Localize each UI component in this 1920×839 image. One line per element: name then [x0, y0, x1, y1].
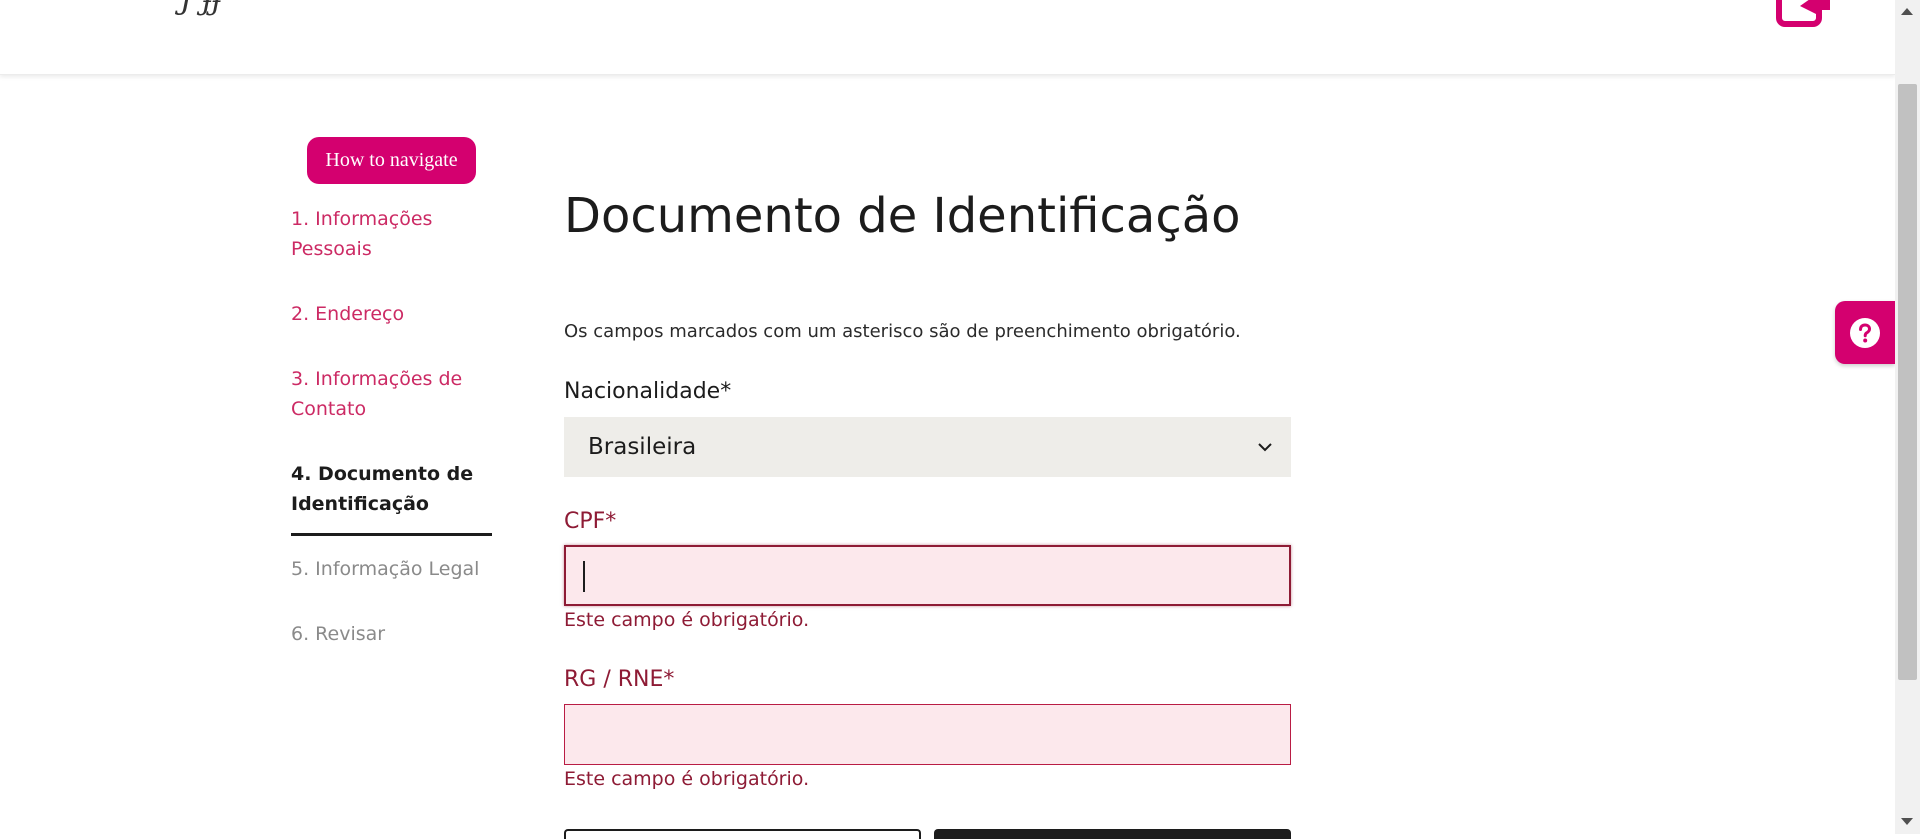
help-tab[interactable]	[1835, 301, 1895, 364]
step-contact-info[interactable]: 3. Informações de Contato	[291, 364, 492, 424]
step-identification-document[interactable]: 4. Documento de Identificação	[291, 459, 492, 519]
current-step-underline	[291, 533, 492, 536]
cpf-error-message: Este campo é obrigatório.	[564, 609, 810, 631]
scroll-up-icon[interactable]	[1901, 8, 1913, 15]
step-navigation: 1. Informações Pessoais 2. Endereço 3. I…	[291, 204, 492, 684]
chevron-down-icon	[1258, 443, 1272, 452]
nationality-label: Nacionalidade*	[564, 379, 732, 404]
back-button[interactable]	[564, 829, 921, 839]
text-caret	[583, 561, 585, 592]
scroll-down-icon[interactable]	[1901, 818, 1913, 825]
edit-icon[interactable]	[1776, 0, 1832, 30]
step-legal-info: 5. Informação Legal	[291, 558, 480, 580]
top-navbar: Ɉ ɟɉ	[0, 0, 1895, 75]
rg-rne-input[interactable]	[564, 704, 1291, 765]
nationality-select[interactable]: Brasileira	[564, 417, 1291, 477]
question-icon	[1850, 317, 1880, 348]
rg-error-message: Este campo é obrigatório.	[564, 768, 810, 790]
step-address[interactable]: 2. Endereço	[291, 299, 492, 329]
scrollbar-thumb[interactable]	[1898, 84, 1917, 680]
logo[interactable]: Ɉ ɟɉ	[180, 0, 220, 17]
scrollbar[interactable]	[1895, 0, 1920, 834]
nationality-selected-value: Brasileira	[588, 434, 697, 460]
cpf-input[interactable]	[564, 545, 1291, 606]
how-to-navigate-button[interactable]: How to navigate	[307, 137, 476, 184]
step-personal-info[interactable]: 1. Informações Pessoais	[291, 204, 492, 264]
page-title: Documento de Identificação	[564, 188, 1241, 244]
continue-button[interactable]	[934, 829, 1291, 839]
step-review: 6. Revisar	[291, 623, 386, 645]
rg-label: RG / RNE*	[564, 667, 675, 692]
required-fields-note: Os campos marcados com um asterisco são …	[564, 321, 1241, 342]
cpf-label: CPF*	[564, 509, 617, 534]
